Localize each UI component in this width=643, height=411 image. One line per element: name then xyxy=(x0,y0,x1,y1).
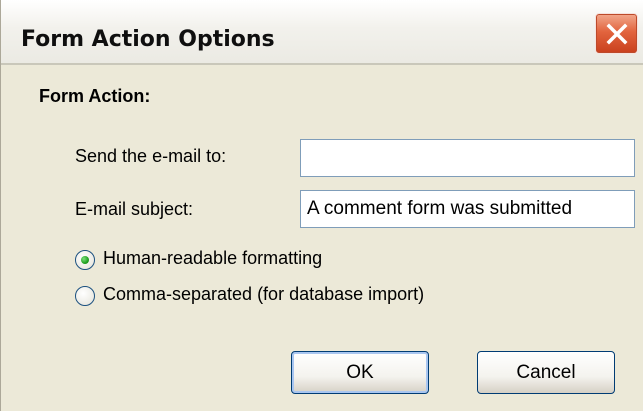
form-action-label: Form Action: xyxy=(39,86,151,106)
ok-button[interactable]: OK xyxy=(291,351,429,394)
close-icon xyxy=(606,23,628,45)
dialog-window: Form Action Options Form Action: Send th… xyxy=(0,0,643,411)
title-bar[interactable]: Form Action Options xyxy=(1,0,643,65)
radio-button-selected[interactable] xyxy=(75,250,95,270)
radio-human-readable-label[interactable]: Human-readable formatting xyxy=(103,248,322,269)
cancel-button[interactable]: Cancel xyxy=(477,351,615,394)
window-title: Form Action Options xyxy=(21,27,275,52)
radio-button[interactable] xyxy=(75,286,95,306)
radio-dot xyxy=(81,256,89,264)
close-button[interactable] xyxy=(595,13,638,54)
subject-input[interactable] xyxy=(300,190,635,228)
send-to-input[interactable] xyxy=(300,139,635,177)
radio-comma-separated-label[interactable]: Comma-separated (for database import) xyxy=(103,284,424,305)
subject-label: E-mail subject: xyxy=(75,199,194,219)
send-to-label: Send the e-mail to: xyxy=(75,146,227,166)
